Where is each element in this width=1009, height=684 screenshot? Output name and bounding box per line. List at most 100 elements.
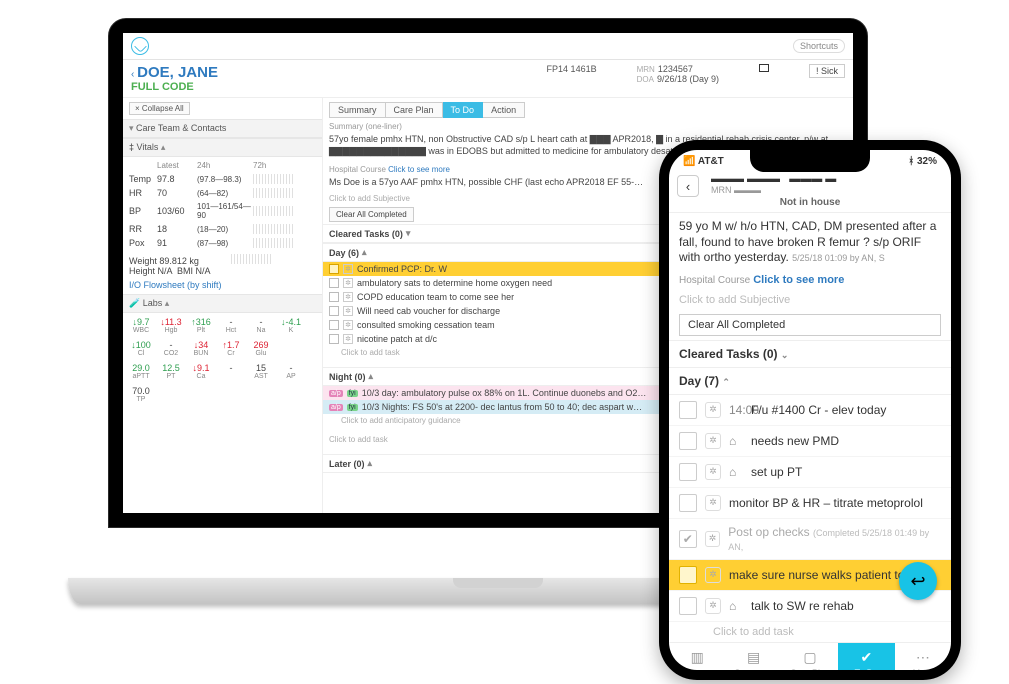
- vital-row: Pox91(87—98): [129, 236, 316, 250]
- gear-icon[interactable]: ✲: [343, 334, 353, 344]
- lab-value: -Hct: [219, 317, 243, 334]
- height: Height N/A: [129, 266, 172, 276]
- tab-to-do[interactable]: To Do: [443, 102, 484, 118]
- checkbox[interactable]: [329, 292, 339, 302]
- lab-value: 70.0TP: [129, 386, 153, 403]
- phone-task-row[interactable]: ✲14:00F/u #1400 Cr - elev today: [669, 395, 951, 426]
- clear-completed-button[interactable]: Clear All Completed: [329, 207, 414, 222]
- patient-mrn: 1234567: [658, 64, 693, 74]
- summary-label: Summary (one-liner): [323, 118, 853, 133]
- lab-value: -CO2: [159, 340, 183, 357]
- checkbox[interactable]: [679, 566, 697, 584]
- task-glyph-icon: ⌂: [729, 465, 743, 479]
- vitals-section[interactable]: ‡ Vitals ▴: [123, 138, 322, 157]
- lab-value: 29.0aPTT: [129, 363, 153, 380]
- gear-icon[interactable]: ✲: [705, 464, 721, 480]
- checkbox[interactable]: [679, 597, 697, 615]
- lab-value: ↓34BUN: [189, 340, 213, 357]
- phone-subjective-hint[interactable]: Click to add Subjective: [669, 290, 951, 310]
- code-status: FULL CODE: [131, 81, 194, 93]
- gear-icon[interactable]: ✲: [705, 567, 721, 583]
- labs-section[interactable]: 🧪 Labs ▴: [123, 294, 322, 313]
- checkbox[interactable]: [329, 334, 339, 344]
- checkbox[interactable]: [329, 320, 339, 330]
- patient-name-redacted: ▬▬▬ ▬▬▬ ▬▬▬ ▬: [711, 173, 941, 185]
- patient-name[interactable]: DOE, JANE: [137, 64, 218, 81]
- gear-icon[interactable]: ✲: [343, 292, 353, 302]
- gear-icon[interactable]: ✲: [343, 278, 353, 288]
- gear-icon[interactable]: ✲: [343, 320, 353, 330]
- collapse-all-button[interactable]: × Collapse All: [129, 102, 190, 115]
- phone-clear-button[interactable]: Clear All Completed: [679, 314, 941, 336]
- gear-icon[interactable]: ✲: [705, 433, 721, 449]
- checkbox[interactable]: [329, 264, 339, 274]
- lab-value: ↓100Cl: [129, 340, 153, 357]
- sidebar: × Collapse All ▾ Care Team & Contacts ‡ …: [123, 98, 323, 513]
- patient-doa: 9/26/18 (Day 9): [657, 74, 719, 84]
- lab-value: ↑1.7Cr: [219, 340, 243, 357]
- tabs: SummaryCare PlanTo DoAction: [323, 98, 853, 118]
- checkbox[interactable]: [679, 494, 697, 512]
- gear-icon[interactable]: ✲: [343, 306, 353, 316]
- phone-add-task[interactable]: Click to add task: [669, 622, 951, 642]
- care-team-section[interactable]: ▾ Care Team & Contacts: [123, 119, 322, 138]
- topbar: Shortcuts: [123, 33, 853, 60]
- tab-care-plan[interactable]: Care Plan: [386, 102, 443, 118]
- shortcuts-button[interactable]: Shortcuts: [793, 39, 845, 53]
- lab-value: ↓9.7WBC: [129, 317, 153, 334]
- phone-see-more[interactable]: Click to see more: [753, 274, 844, 286]
- gear-icon[interactable]: ✲: [705, 531, 721, 547]
- tab-action[interactable]: Action: [483, 102, 525, 118]
- lab-value: ↑316Plt: [189, 317, 213, 334]
- battery: ᚼ 32%: [908, 156, 937, 167]
- tabbar-summary[interactable]: ▤Summary: [725, 643, 781, 670]
- lab-value: 15AST: [249, 363, 273, 380]
- checkbox[interactable]: [679, 401, 697, 419]
- vital-row: BP103/60101—161/54—90: [129, 200, 316, 222]
- gear-icon[interactable]: ✲: [705, 402, 721, 418]
- lab-value: 269Glu: [249, 340, 273, 357]
- phone-task-row[interactable]: ✲⌂set up PT: [669, 457, 951, 488]
- bmi: BMI N/A: [177, 266, 211, 276]
- flag-icon[interactable]: [759, 64, 769, 72]
- lab-value: ↓11.3Hgb: [159, 317, 183, 334]
- task-glyph-icon: ⌂: [729, 434, 743, 448]
- summary-meta: 5/25/18 01:09 by AN, S: [792, 253, 885, 263]
- flowsheet-link[interactable]: I/O Flowsheet (by shift): [129, 280, 316, 290]
- gear-icon[interactable]: ✲: [705, 598, 721, 614]
- lab-value: -: [219, 363, 243, 380]
- see-more-link[interactable]: Click to see more: [388, 165, 450, 174]
- lab-value: ↓-4.1K: [279, 317, 303, 334]
- lab-value: 12.5PT: [159, 363, 183, 380]
- vital-row: Temp97.8(97.8—98.3): [129, 172, 316, 186]
- task-glyph-icon: 14:00: [729, 403, 743, 417]
- checkbox[interactable]: [679, 463, 697, 481]
- gear-icon[interactable]: ✲: [705, 495, 721, 511]
- phone-header: ‹ ▬▬▬ ▬▬▬ ▬▬▬ ▬ MRN ▬▬▬ Not in house: [669, 169, 951, 213]
- sick-button[interactable]: ! Sick: [809, 64, 845, 78]
- lab-value: ↓9.1Ca: [189, 363, 213, 380]
- checkbox[interactable]: [679, 432, 697, 450]
- reply-fab[interactable]: ↩: [899, 562, 937, 600]
- tabbar-care-plan[interactable]: ▢Care Plan: [782, 643, 838, 670]
- tabbar-to-do[interactable]: ✔To Do: [838, 643, 894, 670]
- back-button[interactable]: ‹: [677, 175, 699, 197]
- phone-day-group[interactable]: Day (7) ⌃: [669, 367, 951, 395]
- checkbox[interactable]: ✔: [679, 530, 697, 548]
- hospital-course-label: Hospital Course: [329, 165, 386, 174]
- tabbar-chart[interactable]: ▥Chart: [669, 643, 725, 670]
- tab-bar: ▥Chart▤Summary▢Care Plan✔To Do⋯More: [669, 642, 951, 670]
- tabbar-more[interactable]: ⋯More: [895, 643, 951, 670]
- checkbox[interactable]: [329, 306, 339, 316]
- patient-header: ‹ DOE, JANE FULL CODE FP14 1461B MRN1234…: [123, 60, 853, 98]
- gear-icon[interactable]: ✲: [343, 264, 353, 274]
- phone-cleared-tasks[interactable]: Cleared Tasks (0) ⌄: [669, 340, 951, 367]
- weight: Weight 89.812 kg: [129, 256, 199, 266]
- lab-value: -Na: [249, 317, 273, 334]
- phone-task-row[interactable]: ✔✲Post op checks (Completed 5/25/18 01:4…: [669, 519, 951, 560]
- tab-summary[interactable]: Summary: [329, 102, 386, 118]
- phone-task-row[interactable]: ✲monitor BP & HR – titrate metoprolol: [669, 488, 951, 519]
- checkbox[interactable]: [329, 278, 339, 288]
- vital-row: HR70(64—82): [129, 186, 316, 200]
- phone-task-row[interactable]: ✲⌂needs new PMD: [669, 426, 951, 457]
